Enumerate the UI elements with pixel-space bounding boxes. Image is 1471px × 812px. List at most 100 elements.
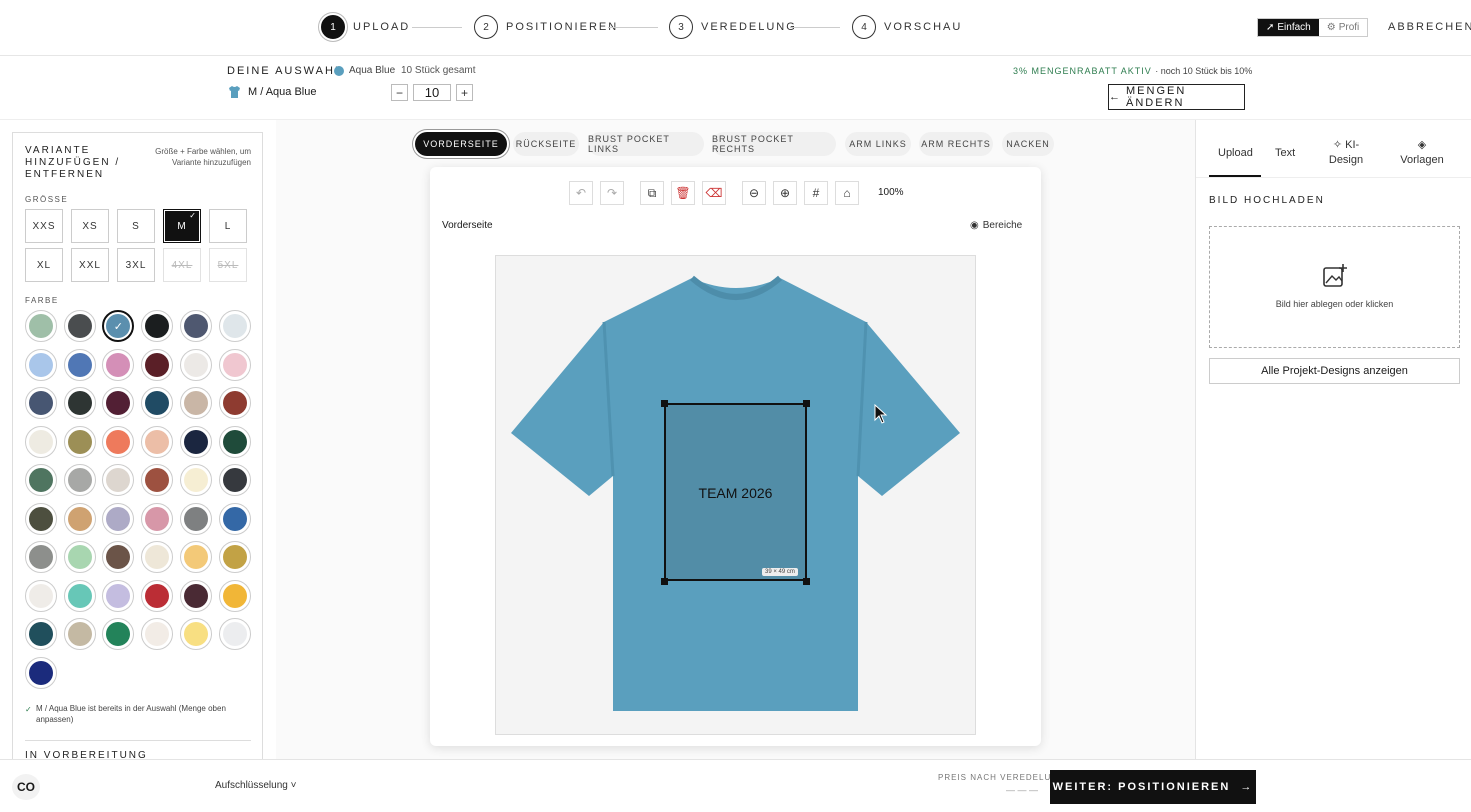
zoom-out-icon[interactable]: ⊖ [742,181,766,205]
cancel-button[interactable]: ABBRECHEN [1388,21,1471,33]
home-icon[interactable]: ⌂ [835,181,859,205]
size-option[interactable]: XS [71,209,109,243]
color-swatch[interactable] [102,464,135,496]
color-swatch[interactable] [25,348,57,381]
all-designs-button[interactable]: Alle Projekt-Designs anzeigen [1209,358,1460,384]
color-swatch[interactable] [102,348,135,381]
color-swatch[interactable] [218,618,251,650]
color-swatch[interactable] [141,502,174,535]
tab-ki-design[interactable]: ✧ KI-Design [1326,138,1366,168]
color-swatch[interactable] [63,541,96,573]
areas-toggle[interactable]: ◉ Bereiche [970,220,1022,231]
color-swatch[interactable] [179,541,212,573]
color-swatch[interactable] [63,387,96,419]
size-option[interactable]: XXS [25,209,63,243]
view-tab[interactable]: BRUST POCKET LINKS [588,132,704,156]
decrement-button[interactable]: − [391,84,408,101]
color-swatch[interactable] [25,387,57,419]
color-swatch[interactable] [102,387,135,419]
mode-simple-button[interactable]: ➚ Einfach [1258,19,1319,36]
view-tab[interactable]: RÜCKSEITE [513,132,579,156]
mode-pro-button[interactable]: ⚙ Profi [1319,19,1368,36]
resize-handle-tr[interactable] [803,400,810,407]
color-swatch[interactable] [25,579,57,612]
color-swatch[interactable] [141,618,174,650]
color-swatch[interactable] [25,425,57,458]
size-option[interactable]: 3XL [117,248,155,282]
color-swatch[interactable] [102,618,135,650]
color-swatch[interactable] [141,387,174,419]
print-area[interactable]: TEAM 2026 39 × 49 cm [664,403,807,581]
color-swatch[interactable] [179,310,212,342]
step-upload[interactable]: 1 UPLOAD [321,14,410,40]
increment-button[interactable]: + [456,84,473,101]
color-swatch[interactable] [179,348,212,381]
color-swatch[interactable] [218,579,251,612]
resize-handle-br[interactable] [803,578,810,585]
color-swatch[interactable] [25,541,57,573]
redo-icon[interactable]: ↷ [600,181,624,205]
color-swatch[interactable] [63,348,96,381]
change-quantities-button[interactable]: ← MENGEN ÄNDERN [1108,84,1245,110]
crop-grid-icon[interactable]: # [804,181,828,205]
color-swatch[interactable] [102,579,135,612]
color-swatch[interactable] [102,502,135,535]
color-swatch[interactable] [179,464,212,496]
breakdown-toggle[interactable]: Aufschlüsselung ˅ [215,780,296,791]
resize-handle-tl[interactable] [661,400,668,407]
color-swatch[interactable] [25,656,57,689]
color-swatch[interactable] [218,387,251,419]
color-swatch[interactable] [141,579,174,612]
view-tab[interactable]: VORDERSEITE [415,132,507,156]
color-swatch[interactable] [63,464,96,496]
color-swatch[interactable] [25,310,57,342]
duplicate-icon[interactable]: ⧉ [640,181,664,205]
color-swatch[interactable] [218,310,251,342]
design-text[interactable]: TEAM 2026 [666,485,805,501]
view-tab[interactable]: ARM RECHTS [919,132,993,156]
color-swatch[interactable] [179,618,212,650]
step-positionieren[interactable]: 2 POSITIONIEREN [474,14,618,40]
color-swatch[interactable] [179,502,212,535]
upload-dropzone[interactable]: Bild hier ablegen oder klicken [1209,226,1460,348]
color-swatch[interactable] [141,310,174,342]
size-option[interactable]: M ✓ [163,209,201,243]
step-vorschau[interactable]: 4 VORSCHAU [852,14,962,40]
tab-vorlagen[interactable]: ◈ Vorlagen [1394,138,1450,168]
color-swatch[interactable] [141,348,174,381]
zoom-in-icon[interactable]: ⊕ [773,181,797,205]
color-swatch[interactable] [63,618,96,650]
quantity-input[interactable]: 10 [413,84,451,101]
color-swatch[interactable] [218,348,251,381]
tab-text[interactable]: Text [1275,146,1295,161]
size-option[interactable]: L [209,209,247,243]
undo-icon[interactable]: ↶ [569,181,593,205]
color-swatch[interactable] [218,541,251,573]
color-swatch[interactable] [179,387,212,419]
color-swatch[interactable] [141,464,174,496]
view-tab[interactable]: BRUST POCKET RECHTS [712,132,836,156]
color-swatch[interactable] [218,464,251,496]
color-swatch[interactable] [63,579,96,612]
resize-handle-bl[interactable] [661,578,668,585]
size-option[interactable]: XL [25,248,63,282]
color-swatch[interactable] [141,541,174,573]
size-option[interactable]: XXL [71,248,109,282]
view-tab[interactable]: NACKEN [1002,132,1054,156]
next-button[interactable]: WEITER: POSITIONIEREN → [1050,770,1256,804]
color-swatch[interactable] [25,464,57,496]
color-swatch[interactable] [218,425,251,458]
color-swatch[interactable] [179,425,212,458]
color-swatch[interactable] [102,541,135,573]
step-veredelung[interactable]: 3 VEREDELUNG [669,14,797,40]
color-swatch[interactable] [179,579,212,612]
size-option[interactable]: S [117,209,155,243]
tab-upload[interactable]: Upload [1218,146,1253,161]
delete-icon[interactable]: 🗑 [671,181,695,205]
color-swatch[interactable] [102,425,135,458]
color-swatch[interactable] [141,425,174,458]
color-swatch[interactable] [25,618,57,650]
view-tab[interactable]: ARM LINKS [845,132,911,156]
color-swatch[interactable] [63,502,96,535]
color-swatch[interactable]: ✓ [102,310,135,342]
